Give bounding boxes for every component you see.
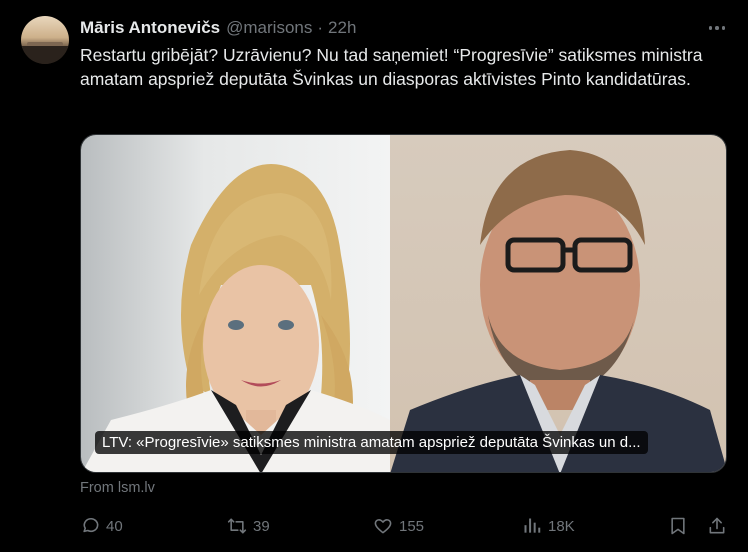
action-bar: 40 39 155 18K: [80, 512, 730, 540]
like-button[interactable]: 155: [373, 512, 424, 540]
card-photo-man: [390, 135, 726, 472]
header-separator: ·: [317, 18, 324, 37]
tweet-header: Māris Antonevičs @marisons · 22h: [80, 16, 356, 40]
more-icon[interactable]: [704, 18, 730, 38]
card-source[interactable]: From lsm.lv: [80, 480, 155, 496]
avatar[interactable]: [21, 16, 69, 64]
author-name[interactable]: Māris Antonevičs: [80, 18, 220, 38]
share-icon: [709, 517, 725, 534]
author-handle[interactable]: @marisons: [226, 18, 312, 38]
repost-icon: [227, 518, 247, 534]
views-button[interactable]: 18K: [522, 512, 575, 540]
like-count: 155: [399, 517, 425, 535]
card-caption: LTV: «Progresīvie» satiksmes ministra am…: [95, 431, 648, 454]
tweet-text: Restartu gribējāt? Uzrāvienu? Nu tad saņ…: [80, 45, 703, 89]
heart-icon: [374, 519, 392, 534]
tweet-timestamp[interactable]: 22h: [328, 18, 356, 38]
share-button[interactable]: [707, 512, 727, 540]
reply-icon: [83, 518, 99, 533]
views-count: 18K: [548, 517, 575, 535]
reply-button[interactable]: 40: [80, 512, 123, 540]
card-photo-woman: [81, 135, 390, 472]
bookmark-icon: [671, 517, 685, 535]
repost-count: 39: [253, 517, 270, 535]
bookmark-button[interactable]: [668, 512, 688, 540]
views-icon: [524, 518, 541, 533]
repost-button[interactable]: 39: [227, 512, 270, 540]
reply-count: 40: [106, 517, 123, 535]
link-card[interactable]: LTV: «Progresīvie» satiksmes ministra am…: [80, 134, 727, 473]
